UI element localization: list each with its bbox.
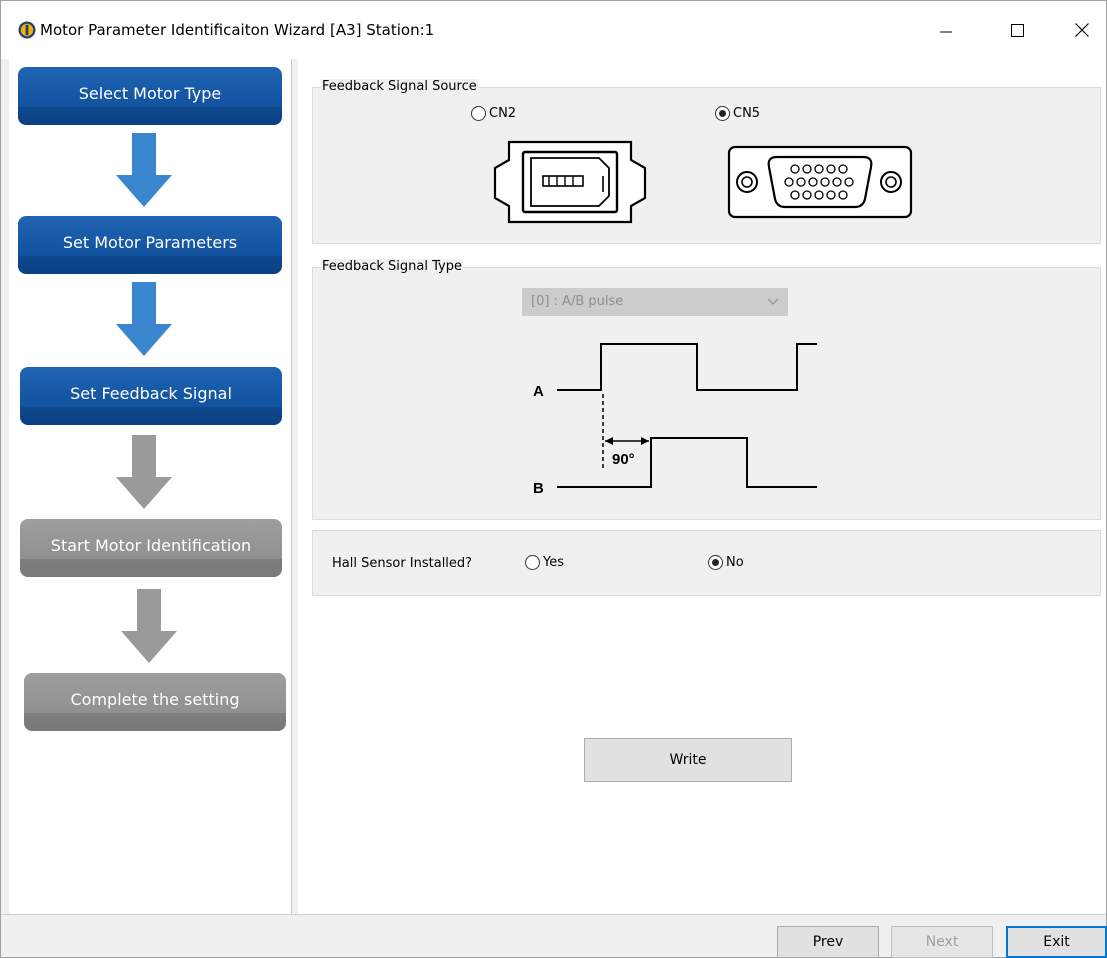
phase-angle-label: 90° [612,451,635,468]
title-bar: Motor Parameter Identificaiton Wizard [A… [1,1,1106,59]
feedback-signal-type-select[interactable]: [0] : A/B pulse [522,288,788,316]
cn5-connector-icon[interactable] [727,145,913,219]
radio-cn2-circle [471,106,486,121]
arrow-down-icon [116,435,172,509]
radio-hall-yes[interactable]: Yes [525,555,564,570]
radio-cn2-label: CN2 [489,106,517,121]
arrow-down-icon [116,133,172,207]
radio-hall-no[interactable]: No [708,555,744,570]
radio-hall-no-label: No [726,555,744,570]
step-label: Complete the setting [70,689,240,709]
exit-button[interactable]: Exit [1006,926,1107,958]
step-label: Select Motor Type [78,83,222,103]
feedback-signal-source-legend: Feedback Signal Source [321,79,478,94]
arrow-down-icon [121,589,177,663]
wizard-window: Motor Parameter Identificaiton Wizard [A… [0,0,1107,958]
app-logo-icon [18,21,36,39]
wizard-footer: Prev Next Exit [1,914,1107,958]
hall-sensor-question: Hall Sensor Installed? [332,556,473,571]
step-label: Start Motor Identification [50,535,252,555]
window-title: Motor Parameter Identificaiton Wizard [A… [40,21,435,39]
feedback-signal-type-legend: Feedback Signal Type [321,259,463,274]
minimize-icon [940,31,952,33]
radio-cn5-circle [715,106,730,121]
signal-b-label: B [533,480,544,497]
close-button[interactable] [1059,1,1105,59]
minimize-button[interactable] [923,1,969,59]
step-select-motor-type: Select Motor Type [18,67,282,125]
radio-cn5-label: CN5 [733,106,761,121]
feedback-signal-source-group: Feedback Signal Source CN2 CN5 [312,79,1101,244]
ab-pulse-diagram: A B 90° [533,343,817,497]
select-value: [0] : A/B pulse [531,294,624,309]
step-complete-the-setting: Complete the setting [24,673,286,731]
radio-hall-yes-circle [525,555,540,570]
step-start-motor-identification: Start Motor Identification [20,519,282,577]
write-button[interactable]: Write [584,738,792,782]
step-set-feedback-signal: Set Feedback Signal [20,367,282,425]
wizard-content: Feedback Signal Source CN2 CN5 Feedback … [298,59,1106,914]
hall-sensor-group: Hall Sensor Installed? Yes No [312,530,1101,596]
chevron-down-icon [767,298,779,305]
radio-cn5[interactable]: CN5 [715,106,760,121]
close-icon [1075,23,1089,37]
wizard-steps-panel: Select Motor Type Set Motor Parameters S… [9,59,292,914]
feedback-signal-type-group: Feedback Signal Type [0] : A/B pulse A B… [312,259,1101,520]
step-set-motor-parameters: Set Motor Parameters [18,216,282,274]
signal-a-label: A [533,383,544,400]
step-label: Set Motor Parameters [62,232,238,252]
prev-button[interactable]: Prev [777,926,879,958]
next-button[interactable]: Next [891,926,993,958]
radio-hall-no-circle [708,555,723,570]
cn2-connector-icon[interactable] [491,138,649,226]
radio-cn2[interactable]: CN2 [471,106,516,121]
arrow-down-icon [116,282,172,356]
step-label: Set Feedback Signal [70,383,232,403]
radio-hall-yes-label: Yes [543,555,564,570]
maximize-button[interactable] [994,1,1040,59]
maximize-icon [1010,23,1024,37]
